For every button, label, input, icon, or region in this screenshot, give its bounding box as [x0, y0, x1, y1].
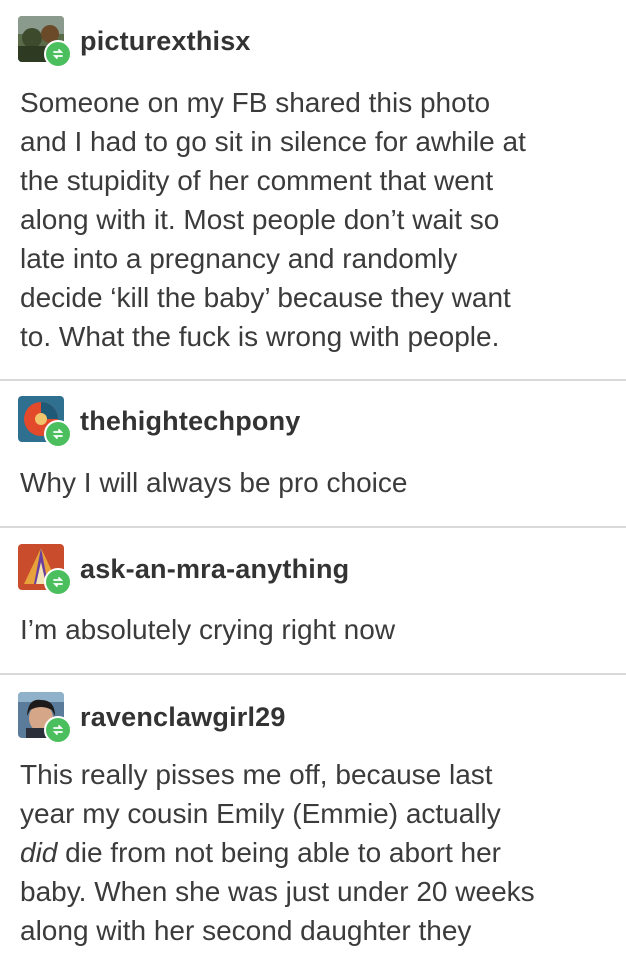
post-body: Someone on my FB shared this photo and I…	[20, 83, 620, 356]
username-link[interactable]: ask-an-mra-anything	[80, 554, 349, 585]
post-header: picturexthisx	[18, 16, 251, 68]
avatar[interactable]	[18, 396, 72, 448]
post-ravenclawgirl29: ravenclawgirl29 This really pisses me of…	[0, 675, 626, 959]
post-text-fragment: die from not being able to abort her	[57, 837, 501, 868]
reblog-icon	[44, 40, 72, 68]
post-thehightechpony: thehightechpony Why I will always be pro…	[0, 381, 626, 526]
post-body: I’m absolutely crying right now	[20, 610, 620, 649]
reblog-icon	[44, 716, 72, 744]
post-text-line: baby. When she was just under 20 weeks	[20, 876, 535, 907]
post-header: ask-an-mra-anything	[18, 544, 349, 596]
post-text-line: year my cousin Emily (Emmie) actually	[20, 798, 501, 829]
avatar[interactable]	[18, 544, 72, 596]
reblog-icon	[44, 420, 72, 448]
post-text-line: along with it. Most people don’t wait so	[20, 204, 500, 235]
post-text-line: the stupidity of her comment that went	[20, 165, 494, 196]
post-text-line: This really pisses me off, because last	[20, 759, 493, 790]
username-link[interactable]: thehightechpony	[80, 406, 301, 437]
post-text-line: I’m absolutely crying right now	[20, 614, 396, 645]
post-text-line: along with her second daughter they	[20, 915, 472, 946]
username-link[interactable]: ravenclawgirl29	[80, 702, 286, 733]
post-body: This really pisses me off, because last …	[20, 755, 620, 950]
post-text-line: Someone on my FB shared this photo	[20, 87, 491, 118]
post-text-line: Why I will always be pro choice	[20, 467, 408, 498]
post-text-line: decide ‘kill the baby’ because they want	[20, 282, 511, 313]
post-text-line: and I had to go sit in silence for awhil…	[20, 126, 526, 157]
post-picturexthisx: picturexthisx Someone on my FB shared th…	[0, 0, 626, 380]
post-text-line: late into a pregnancy and randomly	[20, 243, 458, 274]
post-header: thehightechpony	[18, 396, 301, 448]
post-body: Why I will always be pro choice	[20, 463, 620, 502]
post-header: ravenclawgirl29	[18, 692, 286, 744]
post-ask-an-mra-anything: ask-an-mra-anything I’m absolutely cryin…	[0, 528, 626, 673]
avatar[interactable]	[18, 16, 72, 68]
post-text-line: to. What the fuck is wrong with people.	[20, 321, 500, 352]
avatar[interactable]	[18, 692, 72, 744]
reblog-icon	[44, 568, 72, 596]
username-link[interactable]: picturexthisx	[80, 26, 251, 57]
italic-emphasis: did	[20, 837, 58, 868]
post-text-line: did die from not being able to abort her	[20, 833, 620, 872]
